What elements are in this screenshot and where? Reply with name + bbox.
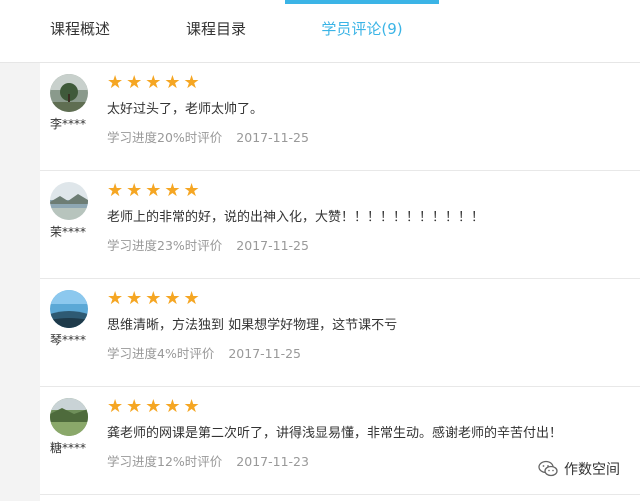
avatar[interactable]	[50, 74, 88, 112]
tab-overview[interactable]: 课程概述	[40, 0, 120, 62]
review-list[interactable]: 李**** ★★★★★ 太好过头了，老师太帅了。 学习进度20%时评价 2017-…	[40, 63, 640, 501]
course-tabs: 课程概述 课程目录 学员评论(9)	[0, 0, 640, 63]
wechat-logo-icon	[538, 460, 558, 477]
avatar[interactable]	[50, 182, 88, 220]
user-name: 茉****	[50, 225, 87, 239]
review-date: 2017-11-23	[236, 454, 309, 469]
review-meta: 学习进度20%时评价 2017-11-25	[107, 127, 309, 146]
watermark-text: 作数空间	[564, 462, 620, 478]
review-text: 思维清晰，方法独到 如果想学好物理，这节课不亏	[107, 318, 398, 333]
review-text: 太好过头了，老师太帅了。	[107, 102, 264, 117]
tab-reviews-label: 学员评论(9)	[321, 20, 403, 38]
study-progress: 学习进度23%时评价	[107, 238, 223, 253]
study-progress: 学习进度4%时评价	[107, 346, 215, 361]
review-item: 李**** ★★★★★ 太好过头了，老师太帅了。 学习进度20%时评价 2017-…	[40, 63, 640, 171]
review-date: 2017-11-25	[236, 238, 309, 253]
review-text: 老师上的非常的好，说的出神入化，大赞！！！！！！！！！！！	[107, 210, 485, 225]
active-tab-indicator	[285, 0, 439, 4]
tab-reviews[interactable]: 学员评论(9)	[285, 0, 439, 62]
user-name: 琴****	[50, 333, 87, 347]
rating-stars: ★★★★★	[107, 180, 203, 201]
rating-stars: ★★★★★	[107, 288, 203, 309]
study-progress: 学习进度20%时评价	[107, 130, 223, 145]
watermark: 作数空间	[538, 459, 620, 479]
review-meta: 学习进度12%时评价 2017-11-23	[107, 451, 309, 470]
review-meta: 学习进度4%时评价 2017-11-25	[107, 343, 301, 362]
user-name: 糖****	[50, 441, 87, 455]
review-date: 2017-11-25	[236, 130, 309, 145]
avatar[interactable]	[50, 290, 88, 328]
avatar[interactable]	[50, 398, 88, 436]
review-date: 2017-11-25	[228, 346, 301, 361]
rating-stars: ★★★★★	[107, 72, 203, 93]
tab-catalog[interactable]: 课程目录	[176, 0, 256, 62]
review-item: 茉**** ★★★★★ 老师上的非常的好，说的出神入化，大赞！！！！！！！！！！…	[40, 171, 640, 279]
review-meta: 学习进度23%时评价 2017-11-25	[107, 235, 309, 254]
rating-stars: ★★★★★	[107, 396, 203, 417]
study-progress: 学习进度12%时评价	[107, 454, 223, 469]
left-gutter	[0, 63, 40, 501]
review-text: 龚老师的网课是第二次听了，讲得浅显易懂，非常生动。感谢老师的辛苦付出！	[107, 426, 563, 441]
review-item: 琴**** ★★★★★ 思维清晰，方法独到 如果想学好物理，这节课不亏 学习进度…	[40, 279, 640, 387]
user-name: 李****	[50, 117, 87, 131]
